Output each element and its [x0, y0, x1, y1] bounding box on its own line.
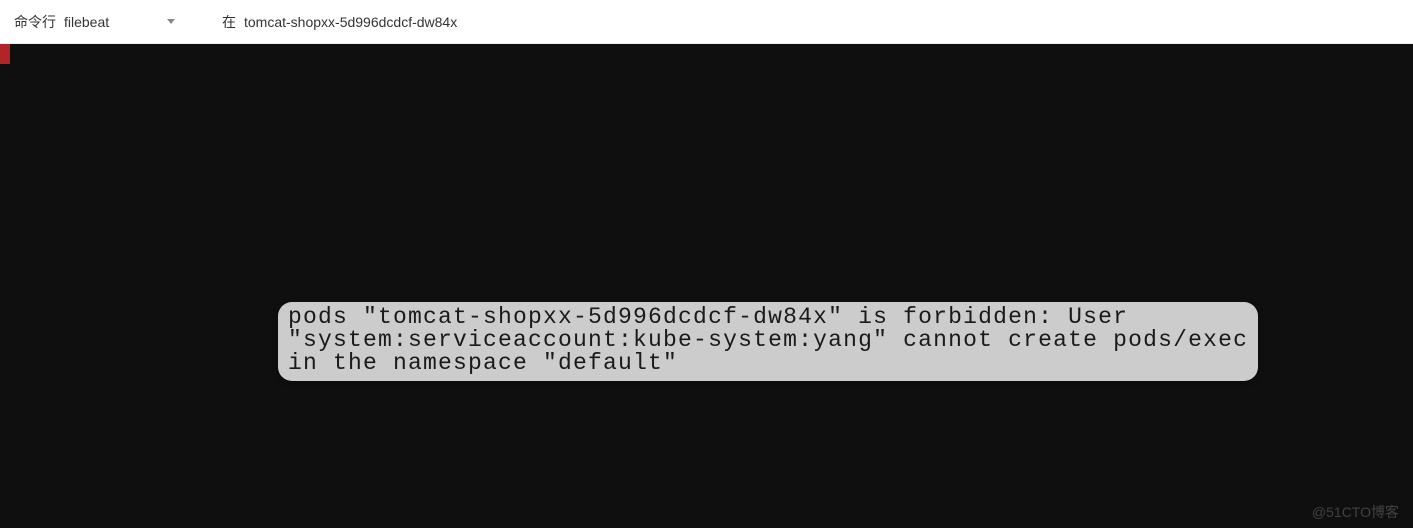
at-label: 在: [222, 12, 236, 32]
selected-container-value: filebeat: [64, 14, 109, 30]
terminal-toolbar: 命令行 filebeat 在 tomcat-shopxx-5d996dcdcf-…: [0, 0, 1413, 44]
error-tooltip: pods "tomcat-shopxx-5d996dcdcf-dw84x" is…: [278, 302, 1258, 381]
terminal-cursor: [0, 44, 10, 64]
chevron-down-icon: [167, 19, 175, 24]
watermark-text: @51CTO博客: [1312, 502, 1399, 522]
terminal-output-area[interactable]: pods "tomcat-shopxx-5d996dcdcf-dw84x" is…: [0, 44, 1413, 528]
container-select-dropdown[interactable]: filebeat: [64, 14, 194, 30]
command-line-label: 命令行: [14, 12, 56, 32]
pod-name-text: tomcat-shopxx-5d996dcdcf-dw84x: [244, 14, 457, 30]
